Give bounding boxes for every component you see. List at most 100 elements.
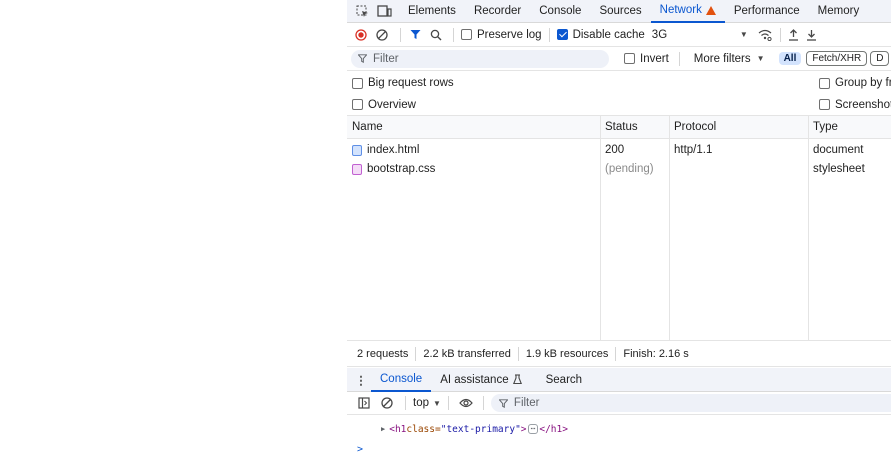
group-by-frame-checkbox[interactable]: Group by fr	[819, 77, 891, 89]
request-type: document	[813, 144, 864, 156]
drawer-tab-search[interactable]: Search	[537, 368, 591, 392]
type-filter-fetch-xhr[interactable]: Fetch/XHR	[806, 51, 868, 66]
summary-bar: 2 requests 2.2 kB transferred 1.9 kB res…	[347, 340, 891, 367]
tab-network-label: Network	[659, 4, 702, 16]
tab-elements[interactable]: Elements	[399, 0, 465, 23]
network-conditions-icon[interactable]	[754, 29, 776, 41]
context-value: top	[413, 397, 429, 409]
group-by-frame-box[interactable]	[819, 77, 830, 89]
table-row[interactable]: index.html 200 http/1.1 document	[347, 140, 891, 160]
separator	[447, 396, 449, 410]
device-toolbar-icon[interactable]	[373, 5, 395, 17]
filter-funnel-icon[interactable]	[408, 29, 422, 40]
collapsed-content-icon[interactable]: ⋯	[527, 424, 539, 434]
tab-performance[interactable]: Performance	[725, 0, 809, 23]
prompt-arrow-icon: >	[357, 443, 364, 455]
request-name: index.html	[367, 144, 420, 156]
invert-box[interactable]	[624, 53, 635, 64]
console-filter-input[interactable]: Filter	[490, 394, 891, 412]
console-toolbar: top ▼ Filter	[347, 392, 891, 415]
screenshots-checkbox[interactable]: Screenshot	[819, 99, 891, 111]
html-tag-close: >	[520, 423, 527, 435]
column-header-protocol[interactable]: Protocol	[669, 116, 716, 138]
big-request-rows-box[interactable]	[352, 77, 363, 89]
request-name: bootstrap.css	[367, 163, 436, 175]
console-prompt[interactable]: >	[347, 440, 891, 458]
overview-checkbox[interactable]: Overview	[352, 99, 416, 111]
clear-console-icon[interactable]	[376, 397, 398, 409]
console-filter-placeholder: Filter	[513, 397, 540, 409]
inspect-element-icon[interactable]	[351, 5, 373, 18]
drawer-tab-ai-assistance[interactable]: AI assistance	[431, 368, 530, 392]
request-protocol	[669, 159, 674, 179]
expand-arrow-icon[interactable]: ▶	[381, 425, 385, 433]
separator	[482, 396, 484, 410]
request-status: 200	[605, 144, 625, 156]
screenshots-box[interactable]	[819, 99, 830, 110]
drawer-tab-console[interactable]: Console	[371, 368, 432, 392]
preserve-log-box[interactable]	[461, 29, 472, 40]
sidebar-toggle-icon[interactable]	[356, 397, 372, 409]
separator	[415, 346, 417, 361]
invert-label: Invert	[640, 52, 669, 65]
tab-network[interactable]: Network	[650, 0, 725, 23]
type-filter-all[interactable]: All	[778, 52, 802, 65]
preserve-log-label: Preserve log	[477, 28, 542, 41]
separator	[453, 27, 454, 42]
separator	[678, 51, 680, 66]
column-header-status[interactable]: Status	[600, 116, 638, 138]
tab-recorder[interactable]: Recorder	[465, 0, 530, 23]
request-name-cell: index.html	[347, 140, 419, 160]
request-name-cell: bootstrap.css	[347, 159, 435, 179]
separator	[615, 346, 617, 361]
html-attr-name: class=	[406, 423, 441, 435]
filter-input[interactable]: Filter	[351, 49, 609, 68]
separator	[517, 346, 519, 361]
column-header-type[interactable]: Type	[808, 116, 838, 138]
options-row-2: Overview Screenshot	[347, 94, 891, 116]
more-options-icon[interactable]: ⋮	[355, 373, 367, 387]
big-request-rows-checkbox[interactable]: Big request rows	[352, 77, 454, 89]
more-filters-label: More filters	[693, 52, 751, 65]
context-selector[interactable]: top ▼	[413, 397, 441, 409]
filter-funnel-icon	[358, 54, 367, 63]
document-icon	[352, 144, 362, 156]
throttling-select[interactable]: 3G ▼	[652, 29, 748, 41]
tab-console[interactable]: Console	[530, 0, 590, 23]
import-har-icon[interactable]	[785, 28, 803, 41]
search-icon[interactable]	[426, 29, 446, 41]
request-protocol: http/1.1	[674, 144, 713, 156]
invert-checkbox[interactable]: Invert	[624, 53, 669, 65]
flask-icon	[512, 374, 522, 385]
warning-icon	[705, 5, 716, 15]
summary-resources: 1.9 kB resources	[525, 347, 609, 360]
eye-icon[interactable]	[456, 398, 476, 408]
stylesheet-icon	[352, 163, 362, 175]
separator	[548, 27, 550, 42]
html-tag-end: </h1>	[539, 423, 568, 435]
tab-sources[interactable]: Sources	[590, 0, 650, 23]
column-header-name[interactable]: Name	[347, 116, 383, 138]
preserve-log-checkbox[interactable]: Preserve log	[461, 29, 542, 41]
tab-memory[interactable]: Memory	[809, 0, 869, 23]
type-filter-doc[interactable]: D	[870, 51, 890, 66]
disable-cache-box[interactable]	[556, 29, 568, 40]
more-filters-dropdown[interactable]: More filters ▼	[694, 53, 765, 65]
html-tag-open: <h1	[389, 423, 407, 435]
separator	[400, 27, 401, 42]
export-har-icon[interactable]	[803, 29, 821, 41]
clear-icon[interactable]	[371, 28, 393, 41]
filter-placeholder: Filter	[373, 52, 399, 65]
table-header: Name Status Protocol Type	[347, 116, 891, 139]
devtools-panel: Elements Recorder Console Sources Networ…	[347, 0, 891, 460]
console-log-entry[interactable]: ▶ <h1 class= "text-primary" > ⋯ </h1>	[347, 420, 891, 438]
overview-box[interactable]	[352, 99, 363, 110]
main-tab-bar: Elements Recorder Console Sources Networ…	[347, 0, 891, 23]
chevron-down-icon: ▼	[433, 398, 441, 408]
table-row[interactable]: bootstrap.css (pending) stylesheet	[347, 159, 891, 179]
screenshots-label: Screenshot	[835, 98, 891, 111]
record-icon[interactable]	[353, 28, 369, 41]
summary-requests: 2 requests	[357, 347, 409, 360]
disable-cache-checkbox[interactable]: Disable cache	[556, 29, 645, 41]
summary-finish: Finish: 2.16 s	[623, 347, 689, 360]
